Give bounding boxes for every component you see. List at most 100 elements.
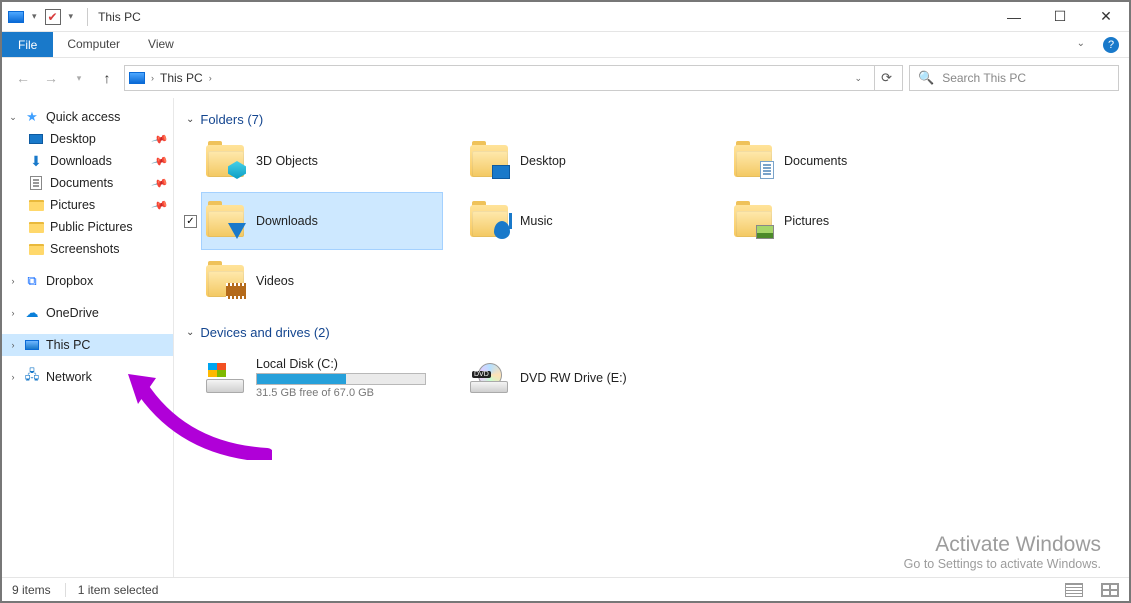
chevron-down-icon[interactable]: ⌄ (8, 112, 18, 123)
nav-row: ← → ▾ ↑ › This PC › ⌄ ⟳ 🔍 Search This PC (2, 58, 1129, 98)
nav-label: Dropbox (46, 274, 93, 288)
desktop-icon (29, 134, 43, 144)
folders-header[interactable]: ⌄ Folders (7) (186, 112, 1119, 127)
nav-this-pc[interactable]: › This PC (2, 334, 173, 356)
folder-icon (470, 205, 508, 237)
nav-label: OneDrive (46, 306, 99, 320)
folder-icon (734, 145, 772, 177)
ribbon: File Computer View ⌄ ? (2, 32, 1129, 58)
chevron-right-icon[interactable]: › (8, 308, 18, 318)
tab-view[interactable]: View (134, 32, 188, 57)
folder-3d-objects[interactable]: 3D Objects (202, 133, 442, 189)
address-history-caret[interactable]: ⌄ (849, 73, 869, 84)
nav-downloads[interactable]: ⬇ Downloads 📌 (2, 150, 173, 172)
document-icon (30, 176, 42, 190)
navigation-pane: ⌄ ★ Quick access Desktop 📌 ⬇ Downloads 📌… (2, 98, 174, 577)
system-icon (8, 11, 24, 23)
nav-label: Pictures (50, 198, 95, 212)
qat-properties-icon[interactable]: ✔ (45, 9, 61, 25)
nav-label: This PC (46, 338, 90, 352)
pin-icon: 📌 (151, 174, 169, 192)
close-button[interactable]: ✕ (1083, 2, 1129, 32)
minimize-button[interactable]: — (991, 2, 1037, 32)
breadcrumb[interactable]: This PC (160, 71, 203, 85)
nav-quick-access[interactable]: ⌄ ★ Quick access (2, 106, 173, 128)
help-button[interactable]: ? (1103, 37, 1119, 53)
nav-label: Downloads (50, 154, 112, 168)
back-button[interactable]: ← (12, 67, 34, 89)
nav-label: Public Pictures (50, 220, 133, 234)
dropbox-icon: ⧉ (24, 273, 40, 289)
chevron-right-icon[interactable]: › (8, 372, 18, 382)
download-icon: ⬇ (28, 153, 44, 170)
folder-icon (206, 205, 244, 237)
search-box[interactable]: 🔍 Search This PC (909, 65, 1119, 91)
status-item-count: 9 items (12, 583, 51, 597)
search-placeholder: Search This PC (942, 71, 1026, 85)
nav-dropbox[interactable]: › ⧉ Dropbox (2, 270, 173, 292)
up-button[interactable]: ↑ (96, 67, 118, 89)
drive-dvd-rw-e[interactable]: DVD DVD RW Drive (E:) (466, 346, 706, 410)
maximize-button[interactable]: ☐ (1037, 2, 1083, 32)
drives-header[interactable]: ⌄ Devices and drives (2) (186, 325, 1119, 340)
pc-icon (25, 340, 39, 350)
file-tab[interactable]: File (2, 32, 53, 57)
chevron-down-icon: ⌄ (186, 114, 194, 125)
folder-pictures[interactable]: Pictures (730, 193, 970, 249)
recent-caret[interactable]: ▾ (68, 67, 90, 89)
chevron-right-icon[interactable]: › (8, 276, 18, 286)
folder-icon (734, 205, 772, 237)
drive-local-disk-c[interactable]: Local Disk (C:) 31.5 GB free of 67.0 GB (202, 346, 442, 410)
folder-desktop[interactable]: Desktop (466, 133, 706, 189)
nav-network[interactable]: › 🖧 Network (2, 366, 173, 388)
status-selection: 1 item selected (65, 583, 159, 597)
address-icon (129, 72, 145, 84)
folder-documents[interactable]: Documents (730, 133, 970, 189)
pin-icon: 📌 (151, 196, 169, 214)
nav-onedrive[interactable]: › ☁ OneDrive (2, 302, 173, 324)
checkbox-icon[interactable]: ✓ (184, 215, 197, 228)
dvd-icon: DVD (470, 363, 508, 393)
qat-caret[interactable]: ▾ (65, 11, 78, 22)
folder-icon (29, 200, 44, 211)
cloud-icon: ☁ (24, 305, 40, 321)
nav-pictures[interactable]: Pictures 📌 (2, 194, 173, 216)
folder-videos[interactable]: Videos (202, 253, 442, 309)
network-icon: 🖧 (24, 366, 40, 388)
folder-icon (206, 265, 244, 297)
content-area: ⌄ Folders (7) 3D Objects Desktop Documen… (174, 98, 1129, 577)
forward-button[interactable]: → (40, 67, 62, 89)
capacity-bar (256, 373, 426, 385)
folder-icon (206, 145, 244, 177)
nav-desktop[interactable]: Desktop 📌 (2, 128, 173, 150)
ribbon-collapse-caret[interactable]: ⌄ (1069, 32, 1093, 57)
chevron-right-icon[interactable]: › (8, 340, 18, 350)
nav-label: Documents (50, 176, 113, 190)
search-icon: 🔍 (918, 70, 934, 86)
folder-music[interactable]: Music (466, 193, 706, 249)
folder-icon (29, 222, 44, 233)
nav-public-pictures[interactable]: Public Pictures (2, 216, 173, 238)
pin-icon: 📌 (151, 130, 169, 148)
nav-label: Network (46, 370, 92, 384)
window-title: This PC (98, 10, 141, 24)
nav-label: Screenshots (50, 242, 119, 256)
nav-screenshots[interactable]: Screenshots (2, 238, 173, 260)
folder-downloads[interactable]: ✓ Downloads (202, 193, 442, 249)
drive-icon (206, 363, 244, 393)
nav-label: Desktop (50, 132, 96, 146)
nav-documents[interactable]: Documents 📌 (2, 172, 173, 194)
address-bar[interactable]: › This PC › ⌄ ⟳ (124, 65, 903, 91)
tab-computer[interactable]: Computer (53, 32, 134, 57)
folder-icon (470, 145, 508, 177)
status-bar: 9 items 1 item selected (2, 577, 1129, 601)
star-icon: ★ (24, 109, 40, 125)
system-menu-caret[interactable]: ▾ (28, 11, 41, 22)
nav-label: Quick access (46, 110, 120, 124)
refresh-button[interactable]: ⟳ (874, 66, 898, 90)
tiles-view-button[interactable] (1101, 583, 1119, 597)
title-bar: ▾ ✔ ▾ This PC — ☐ ✕ (2, 2, 1129, 32)
folder-icon (29, 244, 44, 255)
pin-icon: 📌 (151, 152, 169, 170)
details-view-button[interactable] (1065, 583, 1083, 597)
